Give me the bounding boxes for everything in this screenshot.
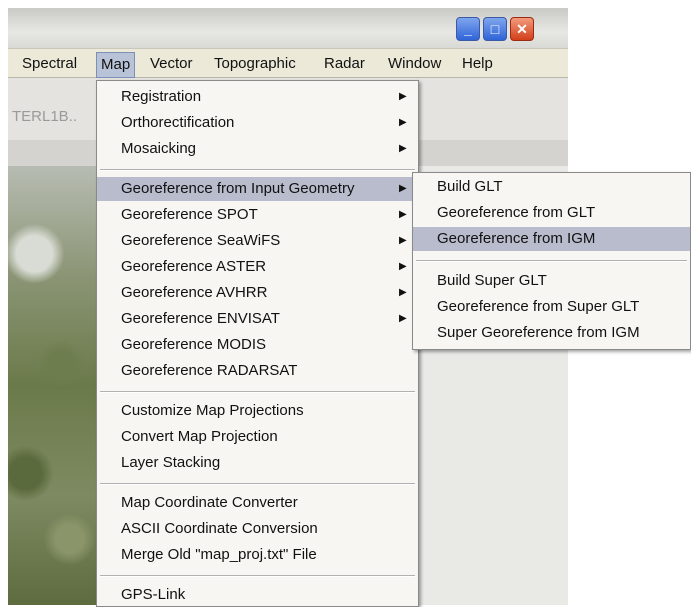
menu-help[interactable]: Help xyxy=(462,55,493,72)
map-menu-item-georeference-from-input-geometry[interactable]: Georeference from Input Geometry ▶ xyxy=(97,177,418,201)
menu-separator xyxy=(100,391,415,393)
map-menu: Registration ▶ Orthorectification ▶ Mosaicki… xyxy=(96,80,419,607)
map-menu-item-mosaicking[interactable]: Mosaicking ▶ xyxy=(97,137,418,161)
submenu-arrow-icon: ▶ xyxy=(399,117,407,128)
map-menu-item-customize-map-projections[interactable]: Customize Map Projections xyxy=(97,399,418,423)
georeference-submenu: Build GLT Georeference from GLT Georeferen… xyxy=(412,172,691,350)
submenu-item-georeference-from-glt[interactable]: Georeference from GLT xyxy=(413,201,690,225)
submenu-item-label: Build Super GLT xyxy=(437,272,547,289)
submenu-arrow-icon: ▶ xyxy=(399,91,407,102)
menu-bar: Spectral Map Vector Topographic Radar Wi… xyxy=(8,48,568,78)
map-menu-item-registration[interactable]: Registration ▶ xyxy=(97,85,418,109)
menu-separator xyxy=(100,575,415,577)
maximize-icon: □ xyxy=(490,21,500,37)
map-menu-item-label: Georeference MODIS xyxy=(121,336,267,353)
menu-topographic[interactable]: Topographic xyxy=(214,55,296,72)
minimize-icon: _ xyxy=(464,21,472,37)
map-menu-item-orthorectification[interactable]: Orthorectification ▶ xyxy=(97,111,418,135)
submenu-item-georeference-from-igm[interactable]: Georeference from IGM xyxy=(413,227,690,251)
map-menu-item-label: Merge Old "map_proj.txt" File xyxy=(121,546,317,563)
map-menu-item-label: Georeference ASTER xyxy=(121,258,267,275)
map-menu-item-label: Georeference from Input Geometry xyxy=(121,180,355,197)
close-icon: ✕ xyxy=(516,20,528,37)
map-menu-item-label: Registration xyxy=(121,88,202,105)
map-menu-item-georeference-seawifs[interactable]: Georeference SeaWiFS ▶ xyxy=(97,229,418,253)
menu-window[interactable]: Window xyxy=(388,55,441,72)
map-menu-item-layer-stacking[interactable]: Layer Stacking xyxy=(97,451,418,475)
file-tab[interactable]: TERL1B.. xyxy=(12,108,77,125)
submenu-item-super-georeference-from-igm[interactable]: Super Georeference from IGM xyxy=(413,321,690,345)
menu-separator xyxy=(416,260,687,262)
map-menu-item-georeference-spot[interactable]: Georeference SPOT ▶ xyxy=(97,203,418,227)
menu-separator xyxy=(100,483,415,485)
title-bar: _ □ ✕ xyxy=(8,8,568,48)
submenu-arrow-icon: ▶ xyxy=(399,313,407,324)
map-menu-item-label: Georeference AVHRR xyxy=(121,284,268,301)
map-menu-item-label: Orthorectification xyxy=(121,114,235,131)
map-menu-item-label: Georeference SeaWiFS xyxy=(121,232,281,249)
map-menu-item-ascii-coordinate-conversion[interactable]: ASCII Coordinate Conversion xyxy=(97,517,418,541)
menu-spectral[interactable]: Spectral xyxy=(22,55,77,72)
submenu-arrow-icon: ▶ xyxy=(399,235,407,246)
map-menu-item-georeference-radarsat[interactable]: Georeference RADARSAT xyxy=(97,359,418,383)
map-menu-item-label: ASCII Coordinate Conversion xyxy=(121,520,318,537)
menu-map[interactable]: Map xyxy=(96,52,136,78)
map-menu-item-label: Georeference SPOT xyxy=(121,206,258,223)
submenu-item-build-super-glt[interactable]: Build Super GLT xyxy=(413,269,690,293)
menu-radar[interactable]: Radar xyxy=(324,55,365,72)
submenu-item-label: Georeference from IGM xyxy=(437,230,596,247)
submenu-item-label: Georeference from GLT xyxy=(437,204,596,221)
map-menu-item-label: Layer Stacking xyxy=(121,454,221,471)
map-menu-item-georeference-envisat[interactable]: Georeference ENVISAT ▶ xyxy=(97,307,418,331)
menu-vector[interactable]: Vector xyxy=(150,55,193,72)
submenu-arrow-icon: ▶ xyxy=(399,261,407,272)
map-menu-item-label: Customize Map Projections xyxy=(121,402,304,419)
submenu-arrow-icon: ▶ xyxy=(399,209,407,220)
map-menu-item-georeference-aster[interactable]: Georeference ASTER ▶ xyxy=(97,255,418,279)
submenu-item-label: Georeference from Super GLT xyxy=(437,298,640,315)
map-menu-item-label: Georeference RADARSAT xyxy=(121,362,298,379)
map-menu-item-map-coordinate-converter[interactable]: Map Coordinate Converter xyxy=(97,491,418,515)
map-menu-item-label: Convert Map Projection xyxy=(121,428,278,445)
map-menu-item-label: Map Coordinate Converter xyxy=(121,494,298,511)
map-menu-item-georeference-avhrr[interactable]: Georeference AVHRR ▶ xyxy=(97,281,418,305)
map-menu-item-convert-map-projection[interactable]: Convert Map Projection xyxy=(97,425,418,449)
submenu-item-label: Super Georeference from IGM xyxy=(437,324,640,341)
menu-separator xyxy=(100,169,415,171)
submenu-item-georeference-from-super-glt[interactable]: Georeference from Super GLT xyxy=(413,295,690,319)
submenu-item-label: Build GLT xyxy=(437,178,503,195)
submenu-arrow-icon: ▶ xyxy=(399,287,407,298)
map-menu-item-georeference-modis[interactable]: Georeference MODIS xyxy=(97,333,418,357)
map-menu-item-label: Georeference ENVISAT xyxy=(121,310,280,327)
close-button[interactable]: ✕ xyxy=(510,17,534,41)
maximize-button[interactable]: □ xyxy=(483,17,507,41)
map-menu-item-label: Mosaicking xyxy=(121,140,197,157)
map-menu-item-gps-link[interactable]: GPS-Link xyxy=(97,583,418,607)
submenu-arrow-icon: ▶ xyxy=(399,143,407,154)
submenu-arrow-icon: ▶ xyxy=(399,183,407,194)
map-menu-item-merge-old-map-proj-txt-file[interactable]: Merge Old "map_proj.txt" File xyxy=(97,543,418,567)
minimize-button[interactable]: _ xyxy=(456,17,480,41)
submenu-item-build-glt[interactable]: Build GLT xyxy=(413,175,690,199)
image-view[interactable] xyxy=(8,166,96,605)
map-menu-item-label: GPS-Link xyxy=(121,586,186,603)
